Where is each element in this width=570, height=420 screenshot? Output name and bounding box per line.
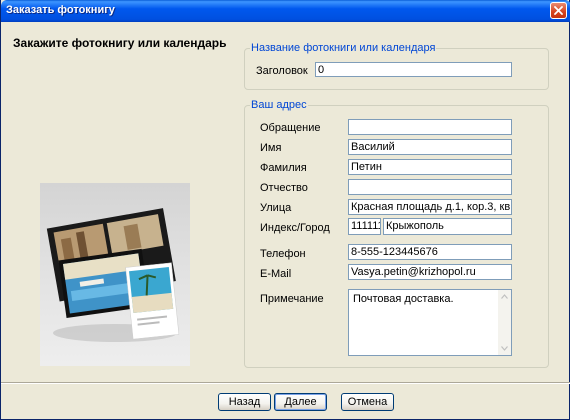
note-text: Почтовая доставка. (353, 293, 454, 305)
last-name-label: Фамилия (260, 162, 307, 174)
close-icon (554, 6, 563, 15)
zip-city-label: Индекс/Город (260, 222, 330, 234)
cancel-button[interactable]: Отмена (341, 393, 394, 411)
dialog-window: Заказать фотокнигу Закажите фотокнигу ил… (0, 0, 570, 420)
last-name-input[interactable]: Петин (348, 159, 512, 175)
back-button[interactable]: Назад (218, 393, 271, 411)
scroll-down-button[interactable] (498, 342, 511, 355)
zip-input[interactable]: 111111 (348, 218, 381, 235)
street-input[interactable]: Красная площадь д.1, кор.3, кв. 123 (348, 199, 512, 215)
scroll-up-button[interactable] (498, 290, 511, 303)
title-bar[interactable]: Заказать фотокнигу (1, 0, 570, 22)
salutation-input[interactable] (348, 119, 512, 135)
chevron-down-icon (501, 346, 508, 351)
photobook-image (40, 183, 190, 366)
photobook-illustration (46, 208, 180, 342)
window-title: Заказать фотокнигу (6, 4, 115, 16)
middle-name-label: Отчество (260, 182, 308, 194)
street-label: Улица (260, 202, 292, 214)
book-title-legend: Название фотокниги или календаря (250, 42, 437, 54)
email-input[interactable]: Vasya.petin@krizhopol.ru (348, 264, 512, 280)
phone-input[interactable]: 8-555-123445676 (348, 244, 512, 260)
first-name-label: Имя (260, 142, 282, 154)
phone-label: Телефон (260, 248, 306, 260)
chevron-up-icon (501, 294, 508, 299)
address-legend: Ваш адрес (250, 99, 308, 111)
title-input[interactable]: 0 (315, 62, 512, 77)
title-label: Заголовок (256, 65, 308, 77)
first-name-input[interactable]: Василий (348, 139, 512, 155)
salutation-label: Обращение (260, 122, 321, 134)
footer-divider (1, 382, 570, 384)
close-button[interactable] (550, 2, 567, 19)
note-textarea[interactable]: Почтовая доставка. (348, 289, 512, 356)
page-heading: Закажите фотокнигу или календарь (13, 36, 227, 50)
note-label: Примечание (260, 293, 324, 305)
middle-name-input[interactable] (348, 179, 512, 195)
next-button[interactable]: Далее (274, 393, 327, 411)
note-scrollbar[interactable] (498, 290, 511, 355)
city-input[interactable]: Крыжополь (383, 218, 512, 235)
email-label: E-Mail (260, 268, 292, 280)
